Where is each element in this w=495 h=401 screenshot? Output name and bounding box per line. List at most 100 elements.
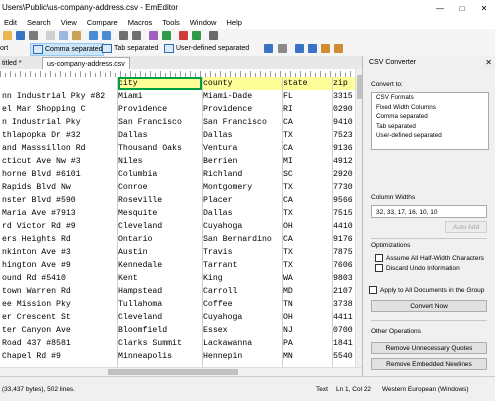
header-cell-city[interactable]: city [118,77,202,90]
wrap-icon[interactable] [149,31,158,40]
play-icon[interactable] [192,31,201,40]
menu-help[interactable]: Help [226,18,241,27]
encoding-indicator[interactable]: Western European (Windows) [382,386,469,393]
county-cell[interactable]: Coffee [203,298,282,311]
close-icon[interactable]: ✕ [473,0,495,16]
list-item[interactable]: User-defined separated [372,131,488,141]
city-cell[interactable]: Hampstead [118,285,202,298]
remove-newlines-button[interactable]: Remove Embedded Newlines [371,358,487,370]
state-cell[interactable]: SC [283,168,332,181]
address-cell[interactable]: ers Heights Rd [2,233,115,246]
sort-desc-icon[interactable] [308,44,317,53]
address-cell[interactable]: Rapids Blvd Nw [2,181,115,194]
menu-window[interactable]: Window [190,18,217,27]
tab-untitled[interactable]: titled * [2,57,21,69]
paste-icon[interactable] [72,31,81,40]
zip-cell[interactable]: 7523 [333,129,355,142]
apply-all-checkbox[interactable]: Apply to All Documents in the Group [369,286,484,294]
county-cell[interactable]: Cuyahoga [203,220,282,233]
county-cell[interactable]: Hennepin [203,350,282,363]
zip-cell[interactable]: 7875 [333,246,355,259]
cursor-position[interactable]: Ln 1, Col 22 [336,386,371,393]
settings-icon[interactable] [209,31,218,40]
user-defined-button[interactable]: User-defined separated [162,43,249,54]
header-cell-county[interactable]: county [203,77,282,90]
address-cell[interactable]: nn Industrial Pky #82 [2,90,115,103]
state-cell[interactable]: OH [283,311,332,324]
column-widths-input[interactable]: 32, 33, 17, 16, 10, 10 [371,205,487,218]
address-cell[interactable]: rd Victor Rd #9 [2,220,115,233]
menu-edit[interactable]: Edit [4,18,17,27]
county-cell[interactable]: Miami-Dade [203,90,282,103]
maximize-icon[interactable]: □ [451,0,473,16]
zip-cell[interactable]: 0700 [333,324,355,337]
zip-cell[interactable]: 4411 [333,311,355,324]
header-cell-address[interactable] [2,77,115,90]
address-cell[interactable]: Road 437 #8581 [2,337,115,350]
county-cell[interactable]: Placer [203,194,282,207]
city-cell[interactable]: Clarks Summit [118,337,202,350]
county-cell[interactable]: Ventura [203,142,282,155]
city-cell[interactable]: Conroe [118,181,202,194]
sort-button[interactable]: ort [0,43,8,54]
city-cell[interactable]: Minneapolis [118,350,202,363]
address-cell[interactable]: nkinton Ave #3 [2,246,115,259]
auto-add-button[interactable]: Auto Add [445,221,487,233]
scroll-thumb[interactable] [108,369,238,375]
menu-macros[interactable]: Macros [128,18,153,27]
find-icon[interactable] [119,31,128,40]
state-cell[interactable]: TX [283,246,332,259]
county-cell[interactable]: Carroll [203,285,282,298]
city-cell[interactable]: Niles [118,155,202,168]
zip-cell[interactable]: 1841 [333,337,355,350]
zip-cell[interactable]: 9566 [333,194,355,207]
menu-view[interactable]: View [61,18,77,27]
horizontal-scrollbar[interactable] [0,367,362,376]
address-cell[interactable]: hington Ave #9 [2,259,115,272]
zip-cell[interactable]: 7515 [333,207,355,220]
csv-grid[interactable]: city county state zip nn Industrial Pky … [0,77,355,367]
zip-cell[interactable]: 7730 [333,181,355,194]
filter-icon[interactable] [278,44,287,53]
address-cell[interactable]: cticut Ave Nw #3 [2,155,115,168]
city-cell[interactable]: Providence [118,103,202,116]
list-item[interactable]: Tab separated [372,122,488,132]
replace-icon[interactable] [132,31,141,40]
city-cell[interactable]: Kennedale [118,259,202,272]
address-cell[interactable]: n Industrial Pky [2,116,115,129]
county-cell[interactable]: Lackawanna [203,337,282,350]
mode-indicator[interactable]: Text [316,386,328,393]
state-cell[interactable]: MD [283,285,332,298]
city-cell[interactable]: Roseville [118,194,202,207]
city-cell[interactable]: Cleveland [118,220,202,233]
zip-cell[interactable]: 9410 [333,116,355,129]
zip-cell[interactable]: 2107 [333,285,355,298]
state-cell[interactable]: TX [283,259,332,272]
city-cell[interactable]: Austin [118,246,202,259]
zip-cell[interactable]: 4410 [333,220,355,233]
city-cell[interactable]: Miami [118,90,202,103]
county-cell[interactable]: San Bernardino [203,233,282,246]
county-cell[interactable]: Dallas [203,207,282,220]
save-icon[interactable] [16,31,25,40]
state-cell[interactable]: WA [283,272,332,285]
zip-cell[interactable]: 0290 [333,103,355,116]
undo-icon[interactable] [89,31,98,40]
close-icon[interactable]: ✕ [485,58,492,67]
convert-now-button[interactable]: Convert Now [371,300,487,312]
city-cell[interactable]: Thousand Oaks [118,142,202,155]
county-cell[interactable]: Tarrant [203,259,282,272]
state-cell[interactable]: TX [283,129,332,142]
city-cell[interactable]: Ontario [118,233,202,246]
list-item[interactable]: Comma separated [372,112,488,122]
state-cell[interactable]: OH [283,220,332,233]
city-cell[interactable]: San Francisco [118,116,202,129]
address-cell[interactable]: ee Mission Pky [2,298,115,311]
city-cell[interactable]: Columbia [118,168,202,181]
remove-quotes-button[interactable]: Remove Unnecessary Quotes [371,342,487,354]
select-column-icon[interactable] [264,44,273,53]
sort-num-icon[interactable] [321,44,330,53]
list-item[interactable]: CSV Formats [372,93,488,103]
state-cell[interactable]: CA [283,116,332,129]
state-cell[interactable]: PA [283,337,332,350]
